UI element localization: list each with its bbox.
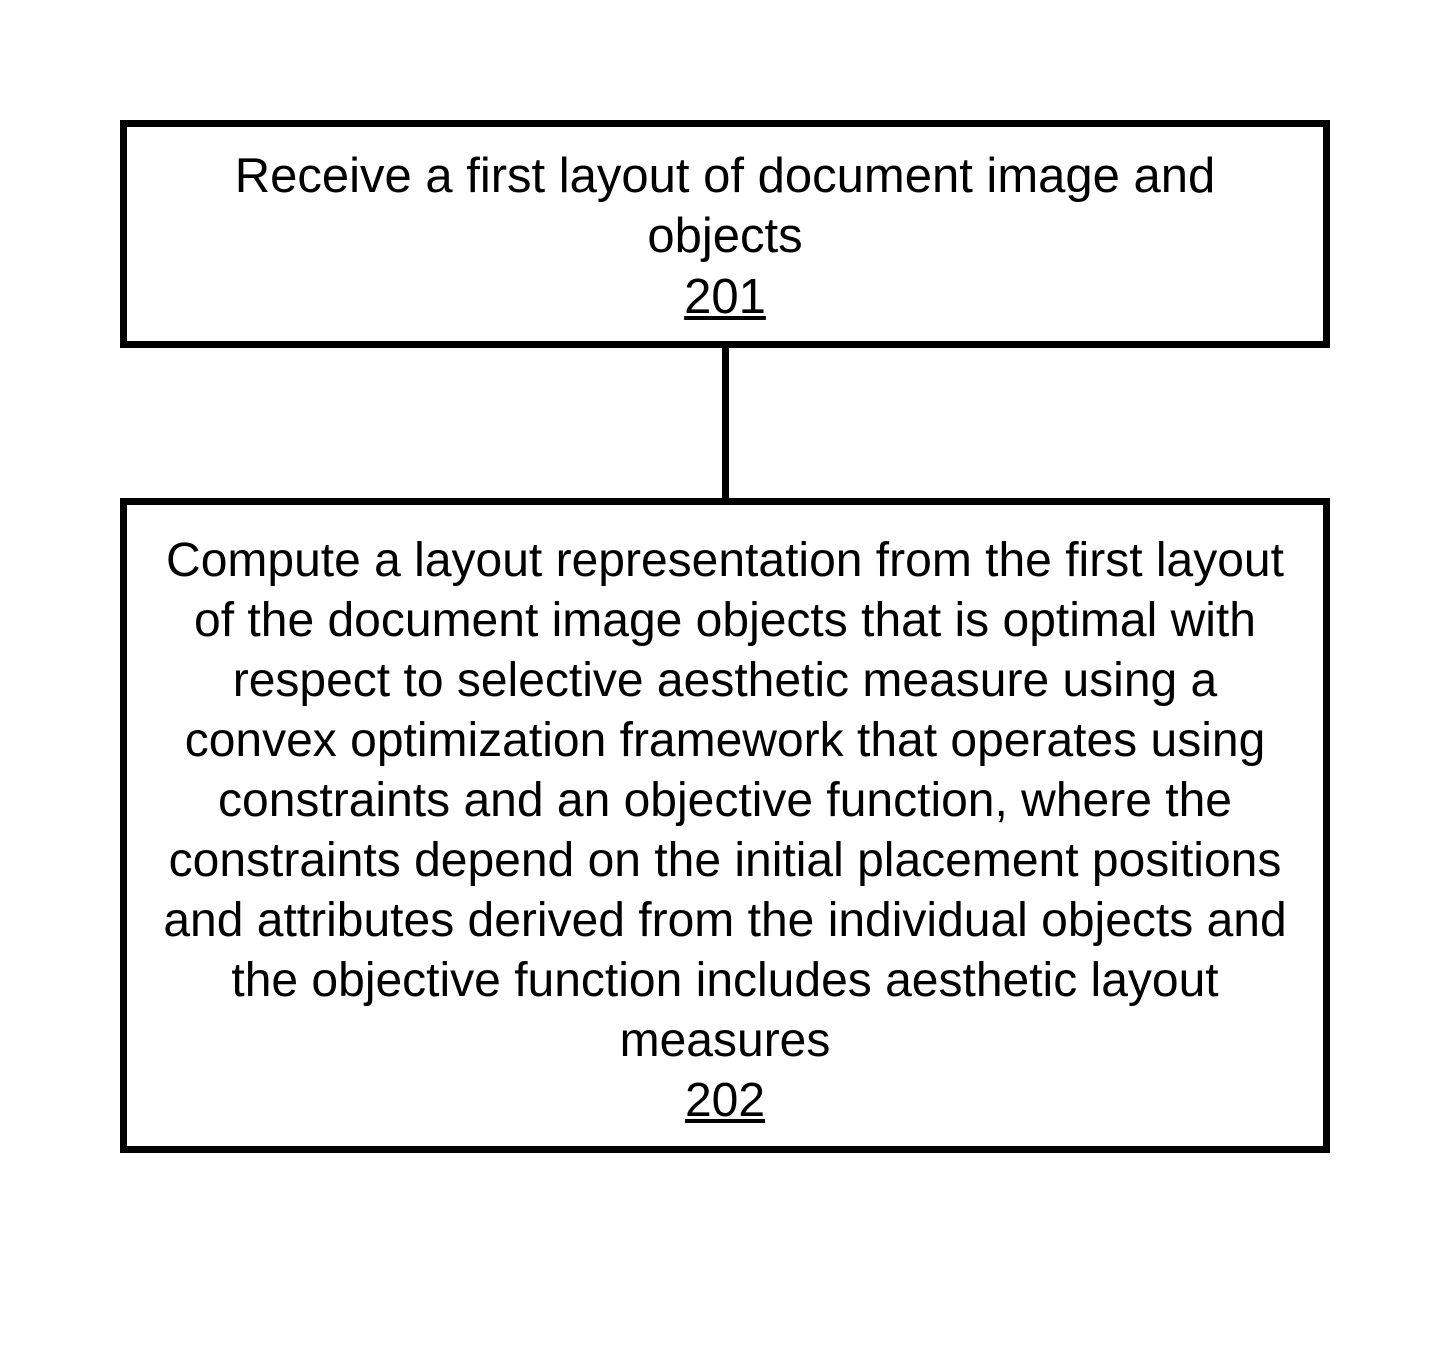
step-reference-number: 201: [684, 269, 766, 325]
step-text: Compute a layout representation from the…: [157, 531, 1293, 1071]
step-reference-number: 202: [685, 1073, 765, 1128]
flow-connector: [722, 348, 729, 498]
flow-step-201: Receive a first layout of document image…: [120, 120, 1330, 348]
flow-step-202: Compute a layout representation from the…: [120, 498, 1330, 1153]
step-text: Receive a first layout of document image…: [157, 147, 1293, 267]
flowchart-container: Receive a first layout of document image…: [120, 120, 1330, 1153]
